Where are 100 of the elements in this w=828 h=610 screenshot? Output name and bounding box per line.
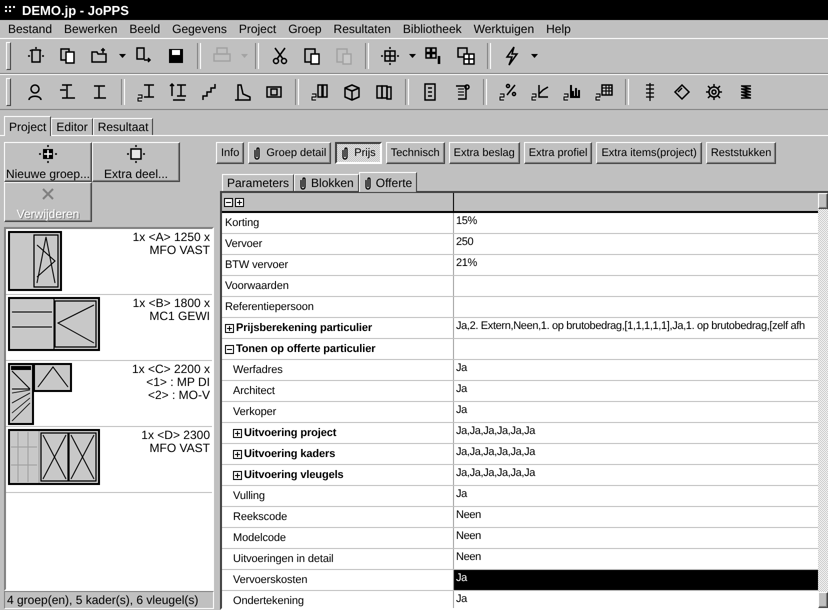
- status-bar: 4 groep(en), 5 kader(s), 6 vleugel(s): [4, 591, 214, 609]
- label-text: Modelcode: [233, 532, 286, 544]
- label-text: BTW vervoer: [225, 259, 288, 271]
- expand-icon[interactable]: [233, 450, 242, 458]
- price-grid-icon: [594, 82, 614, 102]
- label-text: Referentiepersoon: [225, 301, 314, 313]
- property-value[interactable]: Ja: [454, 570, 818, 590]
- window-title: DEMO.jp - JoPPS: [22, 2, 129, 18]
- menu-item[interactable]: Gegevens: [166, 22, 233, 36]
- diamond-icon: [672, 82, 692, 102]
- detail-button[interactable]: Groep detail: [248, 142, 332, 164]
- expand-icon[interactable]: [233, 470, 242, 480]
- menu-item[interactable]: Resultaten: [328, 22, 397, 36]
- scrollbar[interactable]: [818, 193, 828, 608]
- profile-frame-icon: [58, 82, 78, 102]
- label-text: Vulling: [233, 490, 265, 502]
- detail-button[interactable]: Extra items(project): [596, 142, 702, 164]
- paste-icon: [334, 46, 354, 66]
- detail-button[interactable]: Info: [216, 142, 244, 164]
- tab[interactable]: Parameters: [222, 174, 294, 191]
- tab[interactable]: Editor: [51, 118, 93, 135]
- tab[interactable]: Project: [4, 116, 52, 136]
- copy-icon: [58, 46, 78, 66]
- group-description: 1x <C> 2200 x: [132, 363, 210, 376]
- group-description: MC1 GEWI: [149, 310, 210, 323]
- label-text: Vervoerskosten: [233, 574, 308, 586]
- action-button[interactable]: Nieuwe groep...: [4, 142, 92, 182]
- label-text: Architect: [233, 385, 275, 397]
- menu-item[interactable]: Bewerken: [58, 22, 124, 36]
- label-text: Reekscode: [233, 511, 288, 523]
- action-button[interactable]: Extra deel...: [92, 142, 180, 182]
- menu-item[interactable]: Project: [232, 22, 282, 36]
- group-item[interactable]: 1x <B> 1800 x MC1 GEWI: [6, 295, 212, 361]
- window-drawing: [8, 363, 72, 425]
- collapse-icon[interactable]: [224, 198, 233, 206]
- price-line-chart-icon: [530, 82, 550, 102]
- resize-profile-icon: [168, 82, 188, 102]
- save-icon: [166, 46, 186, 66]
- detail-button[interactable]: Extra profiel: [524, 142, 592, 164]
- price-profile-icon: [136, 82, 156, 102]
- paste-icon: [302, 46, 322, 66]
- grid-icon: [380, 46, 400, 66]
- expand-icon[interactable]: [233, 428, 242, 438]
- shoe-icon: [232, 82, 252, 102]
- menu-item[interactable]: Bestand: [2, 22, 58, 36]
- group-item[interactable]: 1x <D> 2300 MFO VAST: [6, 427, 212, 493]
- caret-icon: [118, 54, 126, 58]
- expand-icon[interactable]: [225, 324, 234, 332]
- stacked-grids-icon: [456, 46, 476, 66]
- folder-icon: [90, 46, 110, 66]
- paperclip-icon: [341, 146, 350, 160]
- group-description: 1x <A> 1250 x: [132, 231, 210, 244]
- group-item[interactable]: 1x <A> 1250 x MFO VAST: [6, 229, 212, 295]
- label-text: Uitvoeringen in detail: [233, 553, 334, 565]
- label-text: Tonen op offerte particulier: [236, 343, 376, 355]
- menu-item[interactable]: Beeld: [123, 22, 166, 36]
- label-text: Prijsberekening particulier: [236, 322, 372, 334]
- label-text: Vervoer: [225, 238, 262, 250]
- detail-button[interactable]: Technisch: [386, 142, 445, 164]
- label-text: Ondertekening: [233, 595, 304, 607]
- group-description: MFO VAST: [150, 442, 210, 455]
- detail-button[interactable]: Prijs: [335, 142, 382, 164]
- price-bars-icon: [310, 82, 330, 102]
- group-description: 1x <D> 2300: [141, 429, 210, 442]
- group-description: <1> : MP DI: [146, 376, 210, 389]
- label-text: Voorwaarden: [225, 280, 289, 292]
- grid-icon: [38, 144, 58, 164]
- label-text: Uitvoering vleugels: [244, 469, 344, 481]
- app-icon: [4, 5, 16, 15]
- caret-icon: [408, 54, 416, 58]
- label-text: Uitvoering kaders: [244, 448, 336, 460]
- new-document-icon: [26, 46, 46, 66]
- group-item[interactable]: 1x <C> 2200 x <1> : MP DI <2> : MO-V: [6, 361, 212, 427]
- scissors-icon: [270, 46, 290, 66]
- label-text: Verkoper: [233, 406, 276, 418]
- expand-icon[interactable]: [235, 198, 244, 206]
- label-text: Werfadres: [233, 364, 283, 376]
- menu-item[interactable]: Groep: [282, 22, 328, 36]
- menu-item[interactable]: Werktuigen: [468, 22, 540, 36]
- detail-button[interactable]: Reststukken: [706, 142, 776, 164]
- paperclip-icon: [364, 176, 372, 190]
- price-percent-icon: [498, 82, 518, 102]
- price-bar-chart-icon: [562, 82, 582, 102]
- group-description: 1x <B> 1800 x: [132, 297, 210, 310]
- window-drawing: [8, 231, 62, 291]
- group-description: MFO VAST: [150, 244, 210, 257]
- new-part-icon: [126, 144, 146, 164]
- menu-item[interactable]: Help: [540, 22, 577, 36]
- gear-icon: [704, 82, 724, 102]
- detail-button[interactable]: Extra beslag: [448, 142, 520, 164]
- label-text: Uitvoering project: [244, 427, 336, 439]
- tab[interactable]: Blokken: [294, 174, 359, 191]
- collapse-icon[interactable]: [225, 344, 234, 354]
- label-text: Korting: [225, 217, 260, 229]
- tab[interactable]: Resultaat: [92, 118, 154, 135]
- caret-icon: [530, 54, 538, 58]
- cube-icon: [342, 82, 362, 102]
- tab[interactable]: Offerte: [358, 172, 418, 192]
- menu-item[interactable]: Bibliotheek: [396, 22, 468, 36]
- paperclip-icon: [253, 146, 262, 160]
